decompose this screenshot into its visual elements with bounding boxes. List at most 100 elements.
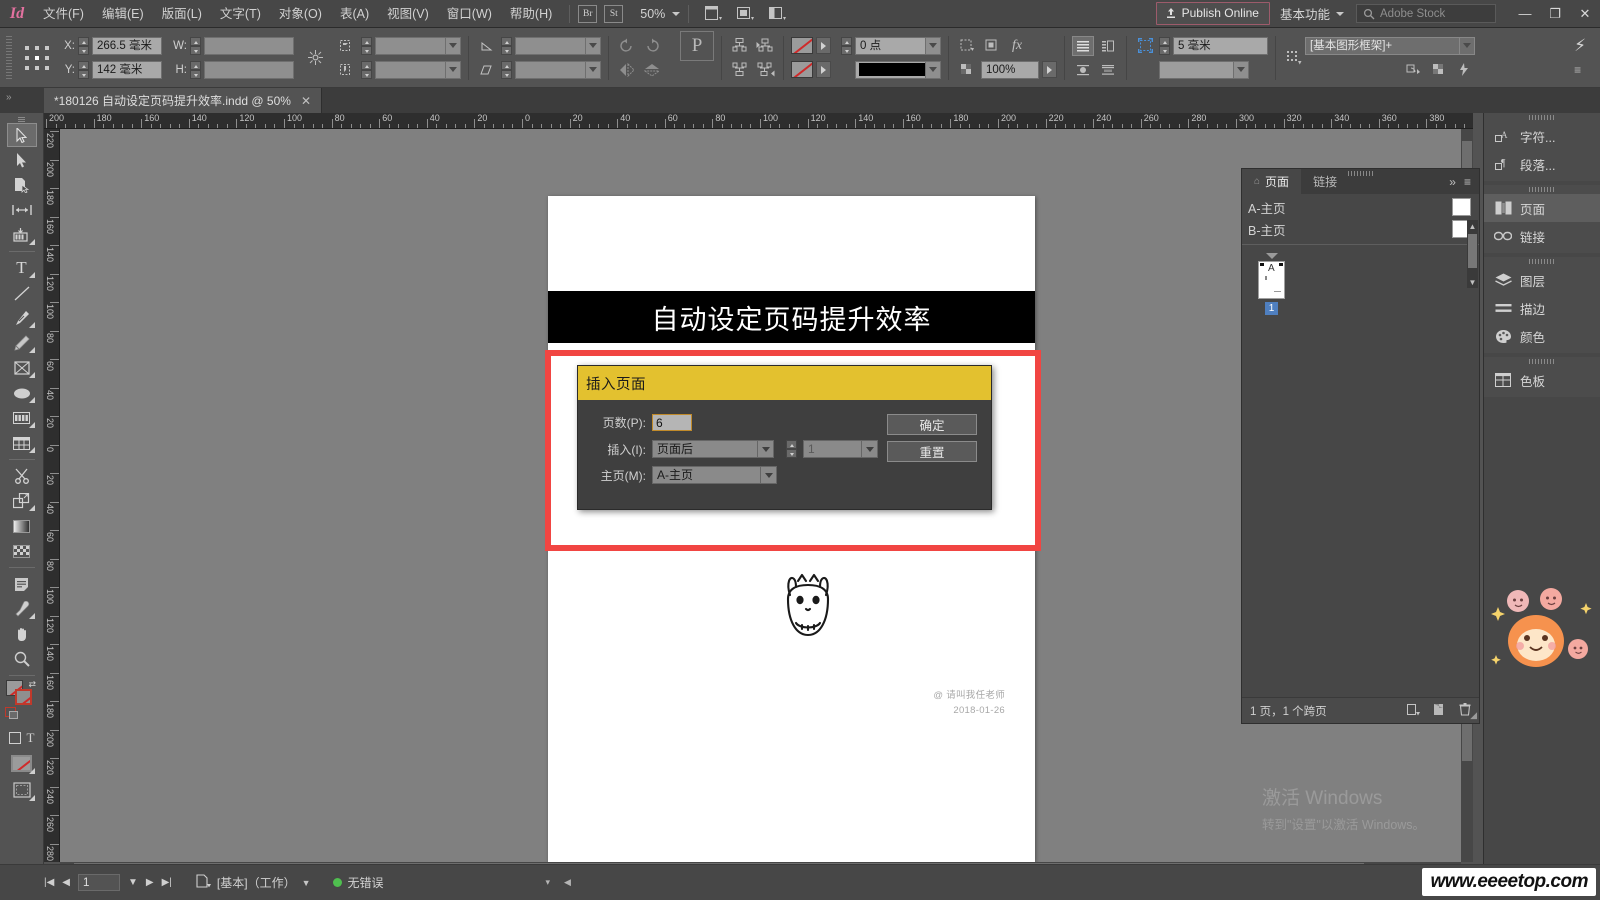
- dock-item-character[interactable]: A 字符...: [1484, 122, 1600, 150]
- masters-scroll-up-icon[interactable]: ▲: [1468, 221, 1477, 231]
- pages-count-input[interactable]: 6: [652, 414, 692, 431]
- menu-window[interactable]: 窗口(W): [438, 0, 501, 28]
- text-wrap-none-button[interactable]: [1072, 35, 1094, 56]
- minimize-button[interactable]: —: [1510, 0, 1540, 28]
- page-thumbnail[interactable]: A: [1258, 261, 1285, 299]
- masters-scrollbar[interactable]: ▲ ▼: [1467, 220, 1478, 288]
- dock-item-stroke[interactable]: 描边: [1484, 294, 1600, 322]
- object-style-value[interactable]: [基本图形框架]+: [1305, 36, 1459, 55]
- pen-tool[interactable]: [7, 306, 37, 330]
- corner-shape-preview[interactable]: [1159, 60, 1233, 79]
- menu-object[interactable]: 对象(O): [270, 0, 331, 28]
- dock-item-swatches[interactable]: 色板: [1484, 366, 1600, 394]
- zoom-tool[interactable]: [7, 647, 37, 671]
- shear-dropdown-icon[interactable]: [585, 60, 601, 79]
- masters-scrollbar-thumb[interactable]: [1468, 234, 1477, 268]
- stock-icon[interactable]: St: [604, 4, 624, 23]
- effects-button[interactable]: fx: [1006, 36, 1028, 56]
- page-tool[interactable]: [7, 173, 37, 197]
- pages-panel-grip[interactable]: [1347, 171, 1374, 176]
- select-next-button[interactable]: [754, 60, 776, 80]
- dock-item-paragraph[interactable]: ¶ 段落...: [1484, 150, 1600, 178]
- content-collector-tool[interactable]: [7, 223, 37, 247]
- restore-button[interactable]: ❐: [1540, 0, 1570, 28]
- stroke-style-combo[interactable]: [855, 60, 941, 79]
- stroke-weight-input[interactable]: 0 点: [855, 36, 925, 55]
- dock-group-grip-3[interactable]: [1484, 257, 1600, 266]
- select-container-button[interactable]: [729, 36, 751, 56]
- zoom-level-select[interactable]: 50%: [640, 7, 681, 21]
- stroke-dropdown-button[interactable]: [816, 61, 831, 78]
- flip-vertical-button[interactable]: [641, 60, 663, 80]
- scale-y-input[interactable]: [375, 60, 445, 79]
- drop-shadow-button[interactable]: [981, 36, 1003, 56]
- view-mode-button[interactable]: [7, 777, 37, 803]
- panel-tab-pages[interactable]: ⌂ 页面: [1242, 169, 1302, 194]
- collapse-panel-icon[interactable]: »: [1449, 175, 1456, 189]
- clear-overrides-button[interactable]: [1403, 60, 1425, 80]
- master-a-thumbnail[interactable]: [1452, 198, 1471, 216]
- panel-menu-icon[interactable]: ≡: [1464, 175, 1471, 189]
- workspace-switcher[interactable]: 基本功能: [1280, 4, 1344, 23]
- scale-x-dropdown-icon[interactable]: [445, 36, 461, 55]
- vertical-ruler[interactable]: 220 200 180 160 140 120 100 80 60 40 20 0 20 40 60 80 10…: [44, 129, 60, 862]
- dock-item-color[interactable]: 颜色: [1484, 322, 1600, 350]
- control-panel-grip[interactable]: [6, 35, 12, 80]
- status-scroll-left-icon[interactable]: ◀: [564, 877, 571, 888]
- scissors-tool[interactable]: [7, 464, 37, 488]
- view-options-icon[interactable]: [732, 4, 758, 24]
- free-transform-tool[interactable]: [7, 489, 37, 513]
- preflight-dropdown-icon[interactable]: ▼: [302, 878, 311, 888]
- format-text-icon[interactable]: T: [27, 730, 35, 746]
- preflight-profile-label[interactable]: [基本]（工作）: [217, 874, 296, 891]
- scale-y-combo[interactable]: [375, 60, 461, 79]
- insert-page-stepper[interactable]: [786, 440, 797, 458]
- hand-tool[interactable]: [7, 622, 37, 646]
- quick-apply-button[interactable]: [1453, 60, 1475, 80]
- x-stepper[interactable]: [78, 36, 89, 55]
- horizontal-ruler[interactable]: 200 180 160 140 120 100 80 60 40 20 0 20 40 60 80 100 12…: [44, 113, 1473, 129]
- menu-view[interactable]: 视图(V): [378, 0, 438, 28]
- dock-group-grip-2[interactable]: [1484, 185, 1600, 194]
- tabbar-overflow-icon[interactable]: »: [6, 92, 14, 108]
- gradient-swatch-tool[interactable]: [7, 514, 37, 538]
- menu-table[interactable]: 表(A): [331, 0, 378, 28]
- panel-resize-grip[interactable]: ◢: [1470, 710, 1477, 721]
- text-wrap-jump-button[interactable]: [1097, 60, 1119, 80]
- document-page[interactable]: 自动设定页码提升效率 @ 请叫我任老师 2018-01-26: [545, 196, 1041, 862]
- corner-shape-icon[interactable]: [1134, 36, 1156, 56]
- rotate-input[interactable]: [515, 36, 585, 55]
- reset-button[interactable]: 重置: [887, 441, 977, 462]
- previous-page-icon[interactable]: ◀: [62, 877, 70, 888]
- scale-x-stepper[interactable]: [361, 36, 372, 55]
- stroke-swatch[interactable]: [791, 61, 813, 78]
- pages-panel[interactable]: ⌂ 页面 链接 » ≡ A-主页 B-主页 ▲ ▼ A 1 1 页，1 个跨页 …: [1241, 168, 1480, 724]
- select-content-button[interactable]: [729, 60, 751, 80]
- ellipse-tool[interactable]: [7, 381, 37, 405]
- preflight-icon[interactable]: [196, 874, 211, 891]
- rotate-combo[interactable]: [515, 36, 601, 55]
- insert-page-number-select[interactable]: 1: [803, 440, 878, 458]
- eyedropper-tool[interactable]: [7, 597, 37, 621]
- next-page-icon[interactable]: ▶: [146, 877, 154, 888]
- page-dropdown-icon[interactable]: ▼: [128, 877, 138, 888]
- menu-file[interactable]: 文件(F): [34, 0, 93, 28]
- table-tool[interactable]: [7, 431, 37, 455]
- corner-radius-stepper[interactable]: [1159, 36, 1170, 55]
- gap-tool[interactable]: [7, 198, 37, 222]
- ok-button[interactable]: 确定: [887, 414, 977, 435]
- opacity-input[interactable]: 100%: [981, 60, 1039, 79]
- direct-selection-tool[interactable]: [7, 148, 37, 172]
- menu-layout[interactable]: 版面(L): [153, 0, 211, 28]
- grid-frame-tool[interactable]: [7, 406, 37, 430]
- current-page-input[interactable]: 1: [78, 874, 120, 891]
- dock-item-pages[interactable]: 页面: [1484, 194, 1600, 222]
- insert-position-select[interactable]: 页面后: [652, 440, 774, 458]
- proxy-stroke-swatch[interactable]: [15, 689, 32, 705]
- corner-shape-dropdown-icon[interactable]: [1233, 60, 1249, 79]
- stroke-weight-stepper[interactable]: [841, 36, 852, 55]
- screen-mode-icon[interactable]: [700, 4, 726, 24]
- scale-y-dropdown-icon[interactable]: [445, 60, 461, 79]
- stroke-style-preview[interactable]: [855, 60, 925, 79]
- text-wrap-bounding-button[interactable]: [1097, 36, 1119, 56]
